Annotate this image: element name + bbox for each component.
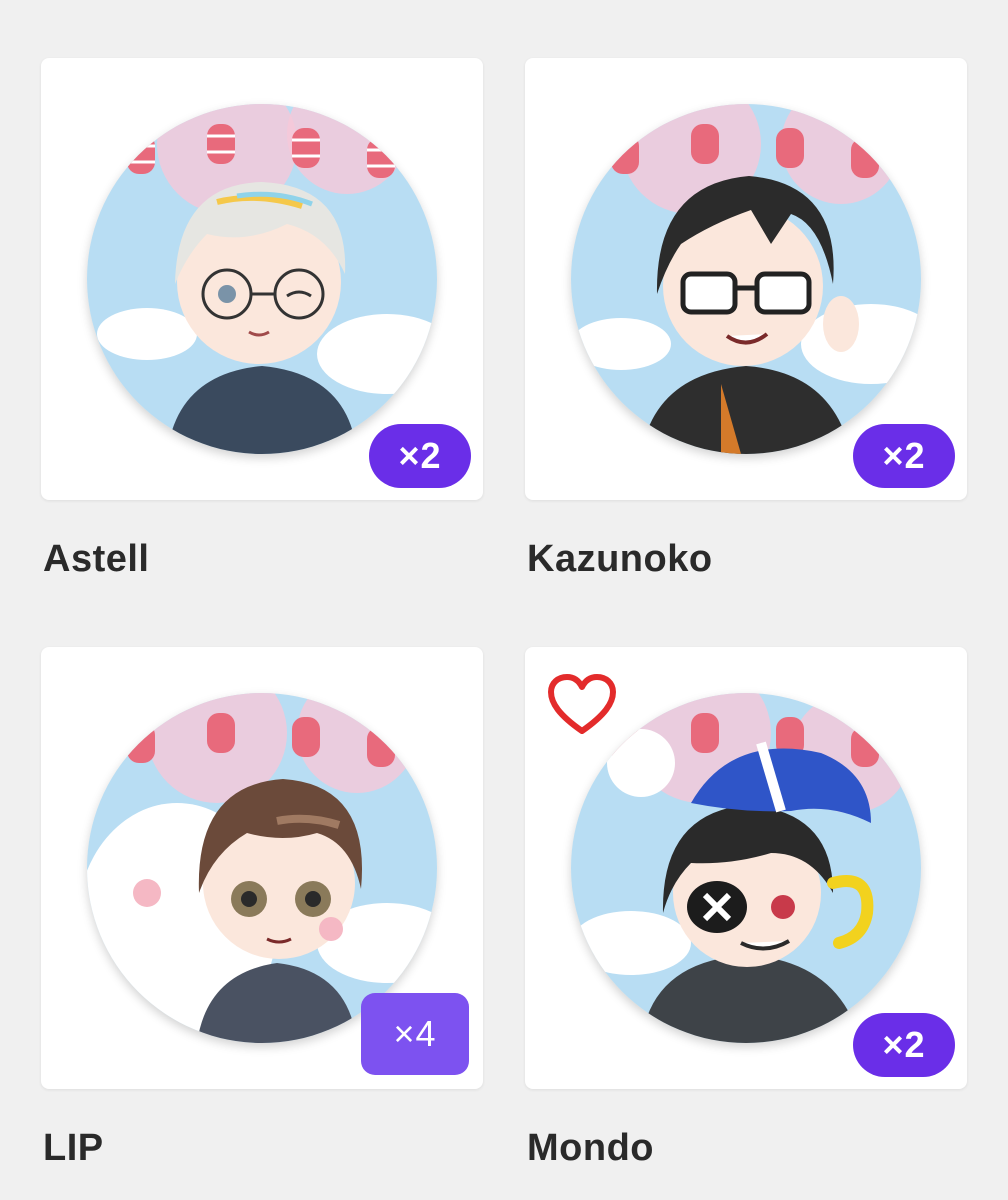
can-badge-image bbox=[87, 693, 437, 1043]
collection-item-mondo: ×2 Mondo bbox=[525, 647, 967, 1170]
item-name: LIP bbox=[43, 1127, 104, 1169]
can-badge-image bbox=[571, 693, 921, 1043]
collection-item-lip: ×4 LIP bbox=[41, 647, 483, 1170]
item-name: Kazunoko bbox=[527, 538, 713, 580]
heart-outline-icon[interactable] bbox=[547, 673, 617, 737]
can-badge-image bbox=[87, 104, 437, 454]
can-badge-image bbox=[571, 104, 921, 454]
collection-item-kazunoko: ×2 Kazunoko bbox=[525, 58, 967, 581]
item-card[interactable]: ×4 bbox=[41, 647, 483, 1089]
collection-grid: ×2 Astell ×2 Kazunoko ×4 LIP ×2 Mondo bbox=[0, 0, 1008, 1200]
item-name: Astell bbox=[43, 538, 150, 580]
item-name: Mondo bbox=[527, 1127, 655, 1169]
quantity-badge[interactable]: ×2 bbox=[369, 424, 471, 488]
item-card[interactable]: ×2 bbox=[41, 58, 483, 500]
collection-item-astell: ×2 Astell bbox=[41, 58, 483, 581]
quantity-badge[interactable]: ×2 bbox=[853, 424, 955, 488]
quantity-badge[interactable]: ×2 bbox=[853, 1013, 955, 1077]
quantity-badge[interactable]: ×4 bbox=[361, 993, 469, 1075]
item-card[interactable]: ×2 bbox=[525, 58, 967, 500]
item-card[interactable]: ×2 bbox=[525, 647, 967, 1089]
